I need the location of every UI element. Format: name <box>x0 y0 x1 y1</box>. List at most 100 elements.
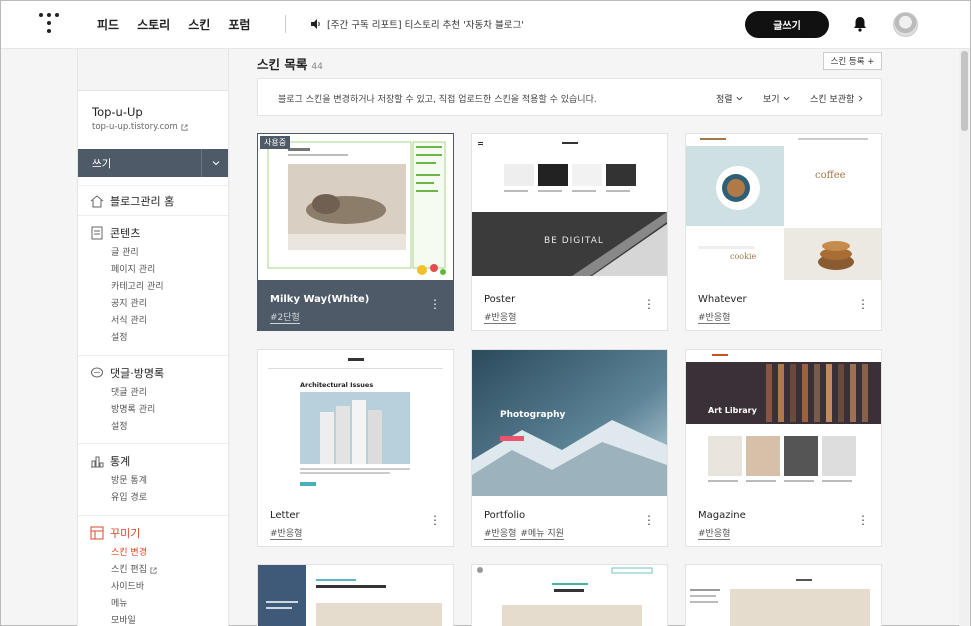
view-label: 보기 <box>763 95 780 105</box>
write-post-button[interactable]: 글쓰기 <box>745 11 829 38</box>
storage-label: 스킨 보관함 <box>810 95 855 105</box>
home-label: 블로그관리 홈 <box>110 195 175 208</box>
skin-card[interactable]: BE DIGITAL Poster #반응형 ⋮ <box>471 133 668 331</box>
skin-storage-link[interactable]: 스킨 보관함 <box>810 92 864 105</box>
sidebar-item-comment-manage[interactable]: 댓글 관리 <box>78 385 228 402</box>
skin-card[interactable] <box>471 564 668 626</box>
blog-url[interactable]: top-u-up.tistory.com <box>92 122 188 132</box>
skin-thumbnail <box>258 565 453 626</box>
sidebar-item-guestbook-manage[interactable]: 방명록 관리 <box>78 402 228 419</box>
sidebar-item-skin-edit[interactable]: 스킨 편집 <box>78 562 228 579</box>
skin-card[interactable]: coffee cookie Whatever #반응형 ⋮ <box>685 133 882 331</box>
skin-tag[interactable]: #반응형 <box>484 310 517 324</box>
sidebar-item-visit-stats[interactable]: 방문 통계 <box>78 473 228 490</box>
nav-story[interactable]: 스토리 <box>137 16 170 33</box>
page-scrollbar[interactable] <box>959 49 970 626</box>
bell-icon[interactable] <box>853 16 867 32</box>
external-link-icon <box>181 123 188 131</box>
notice-text: [주간 구독 리포트] 티스토리 추천 '자동차 블로그' <box>327 20 524 31</box>
skin-card[interactable] <box>257 564 454 626</box>
nav-forum[interactable]: 포럼 <box>228 16 250 33</box>
thumbnail-caption-2: cookie <box>730 252 757 261</box>
view-dropdown[interactable]: 보기 <box>763 92 790 105</box>
sidebar-section-stats: 통계 방문 통계 유입 경로 <box>78 443 228 507</box>
sidebar-item-notice-manage[interactable]: 공지 관리 <box>78 296 228 313</box>
nav-skin[interactable]: 스킨 <box>188 16 210 33</box>
skin-card[interactable]: 사용중 Milky Way(White) #2단형 ⋮ <box>257 133 454 331</box>
info-text: 블로그 스킨을 변경하거나 저장할 수 있고, 직접 업로드한 스킨을 적용할 … <box>278 95 597 105</box>
sidebar-item-sidebar[interactable]: 사이드바 <box>78 579 228 596</box>
skin-tags: #2단형 <box>270 310 300 324</box>
sidebar-item-referrer[interactable]: 유입 경로 <box>78 490 228 507</box>
more-options-icon[interactable]: ⋮ <box>643 513 655 527</box>
skin-card[interactable] <box>685 564 882 626</box>
blog-url-text: top-u-up.tistory.com <box>92 122 178 132</box>
more-options-icon[interactable]: ⋮ <box>643 297 655 311</box>
skin-tag[interactable]: #반응형 <box>698 310 731 324</box>
sidebar-item-mobile[interactable]: 모바일 <box>78 613 228 626</box>
sidebar-item-contents-settings[interactable]: 설정 <box>78 330 228 347</box>
section-title: 통계 <box>110 455 131 468</box>
chevron-down-icon <box>736 96 742 101</box>
skin-thumbnail <box>472 565 667 626</box>
sidebar-item-category-manage[interactable]: 카테고리 관리 <box>78 279 228 296</box>
register-skin-button[interactable]: 스킨 등록 + <box>823 52 882 70</box>
section-title: 꾸미기 <box>110 527 141 540</box>
thumbnail-caption: Art Library <box>708 406 757 415</box>
chevron-down-icon <box>783 96 789 101</box>
skin-card[interactable]: Art Library Magazine #반응형 ⋮ <box>685 349 882 547</box>
notice-banner[interactable]: [주간 구독 리포트] 티스토리 추천 '자동차 블로그' <box>311 17 524 31</box>
avatar[interactable] <box>893 12 918 37</box>
skin-tags: #반응형 #메뉴 지원 <box>484 526 564 540</box>
sidebar-item-template-manage[interactable]: 서식 관리 <box>78 313 228 330</box>
comment-icon <box>91 367 103 378</box>
skin-tag[interactable]: #2단형 <box>270 310 300 324</box>
skin-tag[interactable]: #반응형 <box>270 526 303 540</box>
skin-name: Whatever <box>698 294 747 305</box>
home-icon <box>90 195 104 208</box>
skin-thumbnail <box>686 134 881 280</box>
chevron-down-icon[interactable] <box>201 149 228 177</box>
skin-card[interactable]: Architectural Issues Letter #반응형 ⋮ <box>257 349 454 547</box>
skin-tags: #반응형 <box>270 526 303 540</box>
more-options-icon[interactable]: ⋮ <box>429 297 441 311</box>
tistory-logo-icon[interactable] <box>39 13 59 35</box>
page-title: 스킨 목록 44 <box>257 54 323 73</box>
sidebar-item-menu[interactable]: 메뉴 <box>78 596 228 613</box>
skin-tag[interactable]: #메뉴 지원 <box>520 526 564 540</box>
section-title: 콘텐츠 <box>110 227 141 240</box>
thumbnail-caption: coffee <box>815 170 846 181</box>
scrollbar-thumb[interactable] <box>961 51 968 131</box>
page-title-text: 스킨 목록 <box>257 57 308 72</box>
sidebar-item-skin-change[interactable]: 스킨 변경 <box>78 545 228 562</box>
skin-count: 44 <box>311 62 323 72</box>
sidebar-item-comment-settings[interactable]: 설정 <box>78 419 228 436</box>
info-bar: 블로그 스킨을 변경하거나 저장할 수 있고, 직접 업로드한 스킨을 적용할 … <box>257 78 882 116</box>
sidebar-write-button[interactable]: 쓰기 <box>78 149 228 177</box>
skin-tags: #반응형 <box>698 526 731 540</box>
skin-name: Magazine <box>698 510 746 521</box>
nav-feed[interactable]: 피드 <box>97 16 119 33</box>
more-options-icon[interactable]: ⋮ <box>429 513 441 527</box>
skin-tag[interactable]: #반응형 <box>484 526 517 540</box>
skin-edit-label: 스킨 편집 <box>111 565 147 575</box>
skin-thumbnail <box>472 350 667 496</box>
sidebar-item-post-manage[interactable]: 글 관리 <box>78 245 228 262</box>
skin-name: Milky Way(White) <box>270 294 370 305</box>
blog-name[interactable]: Top-u-Up <box>92 105 143 119</box>
sort-dropdown[interactable]: 정렬 <box>716 92 743 105</box>
sidebar-item-page-manage[interactable]: 페이지 관리 <box>78 262 228 279</box>
document-icon <box>91 226 103 240</box>
bar-chart-icon <box>91 456 104 468</box>
sidebar-section-design: 꾸미기 스킨 변경 스킨 편집 사이드바 메뉴 모바일 <box>78 515 228 626</box>
sidebar-home[interactable]: 블로그관리 홈 <box>78 185 228 215</box>
skin-tag[interactable]: #반응형 <box>698 526 731 540</box>
nav-divider <box>285 15 286 33</box>
skin-tags: #반응형 <box>484 310 517 324</box>
thumbnail-caption: BE DIGITAL <box>544 236 604 246</box>
more-options-icon[interactable]: ⋮ <box>857 297 869 311</box>
skin-card[interactable]: Photography Portfolio #반응형 #메뉴 지원 ⋮ <box>471 349 668 547</box>
more-options-icon[interactable]: ⋮ <box>857 513 869 527</box>
section-title: 댓글·방명록 <box>110 367 165 380</box>
sort-label: 정렬 <box>716 95 733 105</box>
